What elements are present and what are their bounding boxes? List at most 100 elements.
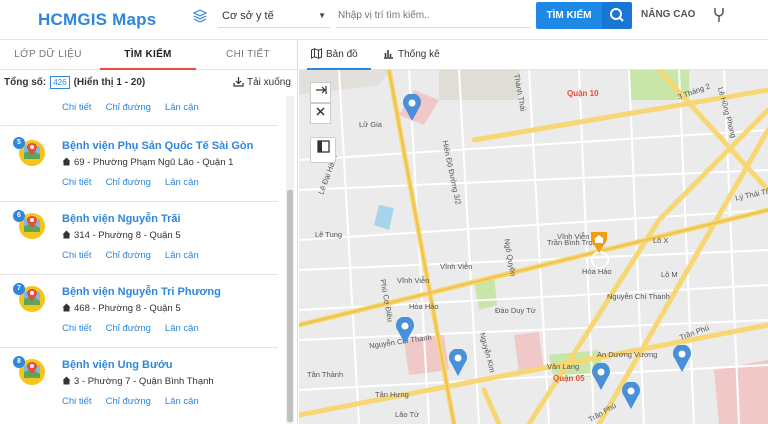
map-label: Hòa Hảo [582,267,612,276]
category-select-value: Cơ sở y tế [222,10,274,22]
item-links: Chi tiết Chỉ đường Lân cận [62,177,213,188]
item-number: 8 [13,356,25,368]
directions-link[interactable]: Chỉ đường [106,177,151,188]
home-icon [62,157,71,166]
map-marker-pin[interactable] [402,94,422,122]
nearby-link[interactable]: Lân cận [165,323,199,334]
fork-tool-icon[interactable] [712,7,726,23]
tab-data-layers[interactable]: LỚP DỮ LIỆU [0,40,96,70]
layers-icon[interactable] [193,9,207,23]
location-search-input[interactable] [336,4,531,28]
item-address: 3 - Phường 7 - Quận Bình Thạnh [62,376,214,387]
divider [0,347,278,348]
bar-chart-icon [384,50,393,59]
top-bar: HCMGIS Maps Cơ sở y tế ▼ TÌM KIẾM NÂNG C… [0,0,768,40]
tab-map[interactable]: Bản đồ [307,40,371,70]
item-number: 5 [13,137,25,149]
directions-link[interactable]: Chỉ đường [106,323,151,334]
search-button[interactable]: TÌM KIẾM [536,2,602,29]
results-list: Chi tiết Chỉ đường Lân cận 5 Bệnh viện Phụ… [0,96,286,424]
map-place-icon: 6 [13,210,46,240]
map-marker-pin[interactable] [672,345,692,373]
directions-link[interactable]: Chỉ đường [106,396,151,407]
nearby-link[interactable]: Lân cận [165,250,199,261]
map-label: Lô X [653,236,669,245]
map-tabs: Bản đồ Thống kê [299,40,768,70]
map-label: Nguyễn Chí Thanh [607,292,670,301]
map-label: Tân Hưng [375,390,409,399]
detail-link[interactable]: Chi tiết [62,323,92,334]
total-label: Tổng số: [4,77,47,89]
map-label: Tân Thành [307,370,344,379]
nearby-link[interactable]: Lân cận [165,102,199,113]
map-marker-pin[interactable] [621,382,641,410]
map-label: Hòa Hảo [409,302,439,311]
map-label: Vĩnh Viễn [557,232,590,241]
map-marker-pin[interactable] [448,349,468,377]
download-label: Tải xuống [247,77,291,88]
tab-search[interactable]: TÌM KIẾM [100,40,196,70]
item-links: Chi tiết Chỉ đường Lân cận [62,323,213,334]
map-canvas[interactable]: Quận 10 Quận 05 3 Tháng 2 Lữ Gia Thành T… [299,70,768,424]
advanced-search-button[interactable]: NÂNG CAO [641,9,695,20]
download-icon [233,77,244,87]
arrow-right-icon [315,86,327,94]
app-logo[interactable]: HCMGIS Maps [38,10,156,30]
item-address: 314 - Phường 8 - Quận 5 [62,230,181,241]
directions-link[interactable]: Chỉ đường [106,102,151,113]
layer-toggle-button[interactable] [310,137,336,163]
nearby-link[interactable]: Lân cận [165,177,199,188]
total-count: 426 [50,76,70,89]
directions-link[interactable]: Chỉ đường [106,250,151,261]
home-icon [62,230,71,239]
home-marker-icon[interactable] [589,228,609,254]
map-marker-pin[interactable] [591,363,611,391]
item-4-links: Chi tiết Chỉ đường Lân cận [62,102,213,113]
map-label: An Dương Vương [597,350,658,359]
chevron-down-icon: ▼ [318,11,326,20]
showing-range: (Hiển thị 1 - 20) [73,77,146,89]
tab-statistics[interactable]: Thống kê [383,40,440,70]
map-label: Đào Duy Từ [495,306,536,315]
item-address: 468 - Phường 8 - Quận 5 [62,303,181,314]
map-place-icon: 8 [13,356,46,386]
home-icon [62,303,71,312]
detail-link[interactable]: Chi tiết [62,396,92,407]
category-select[interactable]: Cơ sở y tế ▼ [218,4,330,28]
scrollbar-thumb[interactable] [287,190,293,422]
expand-panel-button[interactable] [310,82,331,103]
map-label: Lão Tử [395,410,420,419]
close-icon [316,107,325,116]
map-place-icon: 5 [13,137,46,167]
divider [0,125,278,126]
map-label: Lê Tung [315,230,343,239]
download-button[interactable]: Tải xuống [233,76,291,88]
item-title[interactable]: Bệnh viện Ung Bướu [62,359,173,371]
item-links: Chi tiết Chỉ đường Lân cận [62,250,213,261]
tab-detail[interactable]: CHI TIẾT [200,40,296,70]
detail-link[interactable]: Chi tiết [62,250,92,261]
item-title[interactable]: Bệnh viện Nguyễn Tri Phương [62,286,221,298]
close-panel-button[interactable] [310,103,331,124]
map-label: Quận 10 [567,89,599,98]
map-label: Văn Lang [547,362,580,371]
left-tabs: LỚP DỮ LIỆU TÌM KIẾM CHI TIẾT [0,40,298,70]
search-icon-button[interactable] [602,2,632,29]
detail-link[interactable]: Chi tiết [62,102,92,113]
item-number: 6 [13,210,25,222]
map-place-icon: 7 [13,283,46,313]
map-label: Lữ Gia [359,120,382,129]
detail-link[interactable]: Chi tiết [62,177,92,188]
item-title[interactable]: Bệnh viện Phụ Sản Quốc Tế Sài Gòn [62,140,253,152]
search-icon [610,8,624,22]
item-address: 69 - Phường Phạm Ngũ Lão - Quận 1 [62,157,233,168]
home-icon [62,376,71,385]
divider [0,274,278,275]
map-label: Vĩnh Viễn [397,276,430,285]
map-label: Lô M [661,270,678,279]
map-icon [311,48,322,59]
item-title[interactable]: Bệnh viện Nguyễn Trãi [62,213,181,225]
map-marker-pin[interactable] [395,317,415,345]
nearby-link[interactable]: Lân cận [165,396,199,407]
map-label: Quận 05 [553,374,585,383]
